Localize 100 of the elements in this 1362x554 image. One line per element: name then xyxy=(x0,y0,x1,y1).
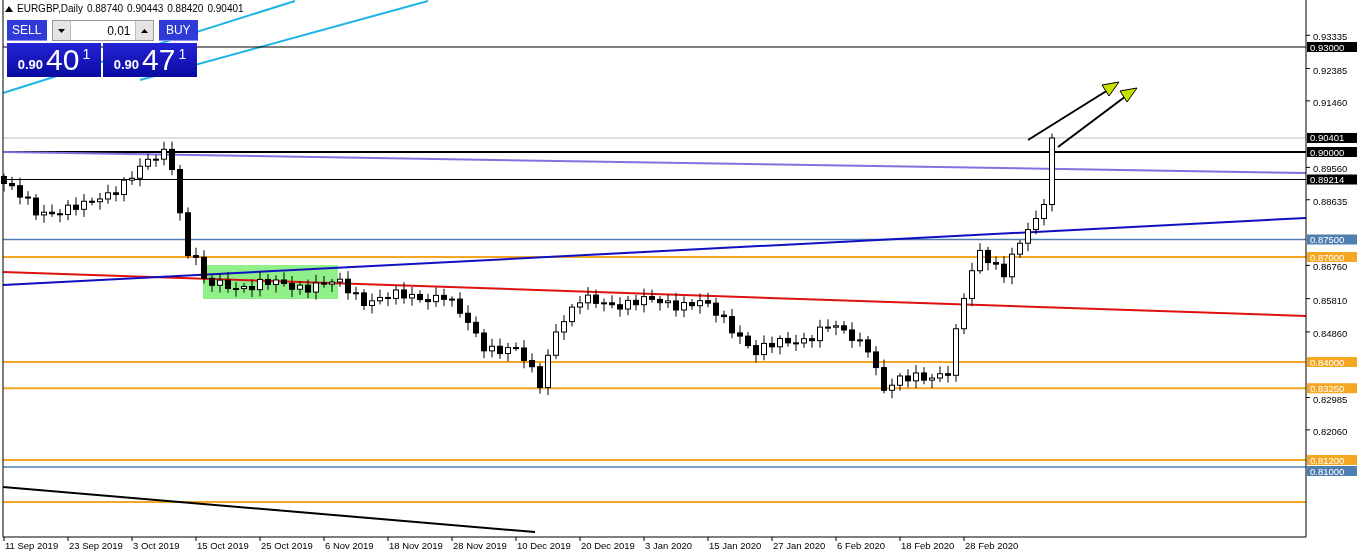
date-tick-label: 18 Feb 2020 xyxy=(901,540,955,551)
candlestick xyxy=(545,348,551,396)
candlestick xyxy=(777,334,783,355)
date-tick-label: 10 Dec 2019 xyxy=(517,540,571,551)
candlestick xyxy=(129,170,135,186)
candlestick xyxy=(977,242,983,275)
candlestick xyxy=(673,292,679,318)
symbol-title: EURGBP,Daily xyxy=(17,3,83,14)
candlestick xyxy=(161,141,167,166)
candlestick xyxy=(793,334,799,352)
candlestick xyxy=(305,279,311,299)
candlestick xyxy=(9,176,15,191)
date-tick-label: 25 Oct 2019 xyxy=(261,540,313,551)
candlestick xyxy=(689,298,695,311)
candlestick xyxy=(361,288,367,311)
candlestick xyxy=(473,316,479,338)
date-tick-label: 6 Nov 2019 xyxy=(325,540,374,551)
collapse-triangle-icon[interactable] xyxy=(5,5,13,12)
candlestick xyxy=(825,318,831,333)
candlestick xyxy=(537,362,543,395)
price-level-label: 0.90000 xyxy=(1307,146,1357,158)
down-triangle-icon[interactable] xyxy=(57,28,65,33)
date-tick-label: 11 Sep 2019 xyxy=(5,540,59,551)
price-tick-label: 0.84860 xyxy=(1313,327,1348,339)
candlestick xyxy=(729,308,735,339)
candlestick xyxy=(561,314,567,341)
lot-size-stepper[interactable]: 0.01 xyxy=(51,20,154,41)
candlestick xyxy=(169,141,175,176)
candlestick xyxy=(465,304,471,331)
price-tick-label: 0.82985 xyxy=(1313,393,1348,405)
candlestick xyxy=(785,331,791,348)
date-tick-label: 18 Nov 2019 xyxy=(389,540,443,551)
sell-button[interactable]: SELL xyxy=(7,20,47,41)
candlestick xyxy=(721,310,727,324)
price-level-label: 0.81200 xyxy=(1307,454,1357,466)
candlestick xyxy=(513,342,519,352)
buy-button[interactable]: BUY xyxy=(158,20,198,41)
date-tick-label: 27 Jan 2020 xyxy=(773,540,826,551)
date-tick-label: 28 Nov 2019 xyxy=(453,540,507,551)
candlestick xyxy=(321,275,327,289)
candlestick xyxy=(809,334,815,349)
candlestick xyxy=(193,247,199,266)
price-level-label: 0.93000 xyxy=(1307,41,1357,53)
candlestick xyxy=(409,286,415,307)
candlestick xyxy=(817,319,823,349)
price-level-label: 0.84000 xyxy=(1307,356,1357,368)
up-triangle-icon[interactable] xyxy=(140,28,148,33)
ohlc-value: 0.88740 xyxy=(86,3,124,14)
candlestick xyxy=(1025,222,1031,252)
candlestick xyxy=(833,320,839,336)
candlestick xyxy=(761,334,767,361)
price-level-label: 0.83250 xyxy=(1307,382,1357,394)
price-tick-label: 0.82060 xyxy=(1313,425,1348,437)
date-tick-label: 20 Dec 2019 xyxy=(581,540,635,551)
candlestick xyxy=(529,352,535,373)
candlestick xyxy=(337,272,343,288)
date-tick-label: 3 Jan 2020 xyxy=(645,540,692,551)
candlestick xyxy=(289,275,295,298)
candlestick xyxy=(801,332,807,349)
candlestick xyxy=(857,332,863,347)
candlestick xyxy=(849,321,855,349)
candlestick xyxy=(945,365,951,384)
ohlc-value: 0.90443 xyxy=(127,3,164,14)
candlestick xyxy=(97,192,103,211)
candlestick xyxy=(1017,239,1023,259)
price-level-label: 0.87000 xyxy=(1307,251,1357,263)
price-level-label: 0.90401 xyxy=(1307,132,1357,144)
candlestick xyxy=(657,295,663,312)
candlestick xyxy=(897,372,903,391)
candlestick xyxy=(249,278,255,298)
candlestick xyxy=(609,294,615,309)
candlestick xyxy=(417,289,423,304)
price-tick-label: 0.86760 xyxy=(1313,261,1348,273)
price-tick-label: 0.85810 xyxy=(1313,294,1348,306)
date-tick-label: 23 Sep 2019 xyxy=(69,540,123,551)
price-level-label: 0.89214 xyxy=(1307,174,1357,185)
candlestick xyxy=(225,271,231,294)
candlestick xyxy=(873,345,879,376)
date-tick-label: 28 Feb 2020 xyxy=(965,540,1019,551)
price-tick-label: 0.88635 xyxy=(1313,195,1348,207)
candlestick xyxy=(929,373,935,389)
candlestick xyxy=(961,292,967,335)
candlestick xyxy=(273,274,279,293)
candlestick xyxy=(313,274,319,301)
candlestick xyxy=(441,288,447,307)
candlestick xyxy=(521,339,527,369)
candlestick xyxy=(489,338,495,358)
candlestick xyxy=(505,342,511,362)
candlestick xyxy=(137,157,143,187)
candlestick xyxy=(625,295,631,316)
candlestick xyxy=(385,291,391,307)
candlestick xyxy=(681,295,687,318)
candlestick xyxy=(153,154,159,168)
candlestick xyxy=(297,280,303,296)
candlestick xyxy=(81,193,87,218)
candlestick xyxy=(41,204,47,224)
candlestick xyxy=(913,364,919,389)
candlestick xyxy=(433,286,439,308)
candlestick xyxy=(593,289,599,309)
candlestick xyxy=(1041,198,1047,226)
